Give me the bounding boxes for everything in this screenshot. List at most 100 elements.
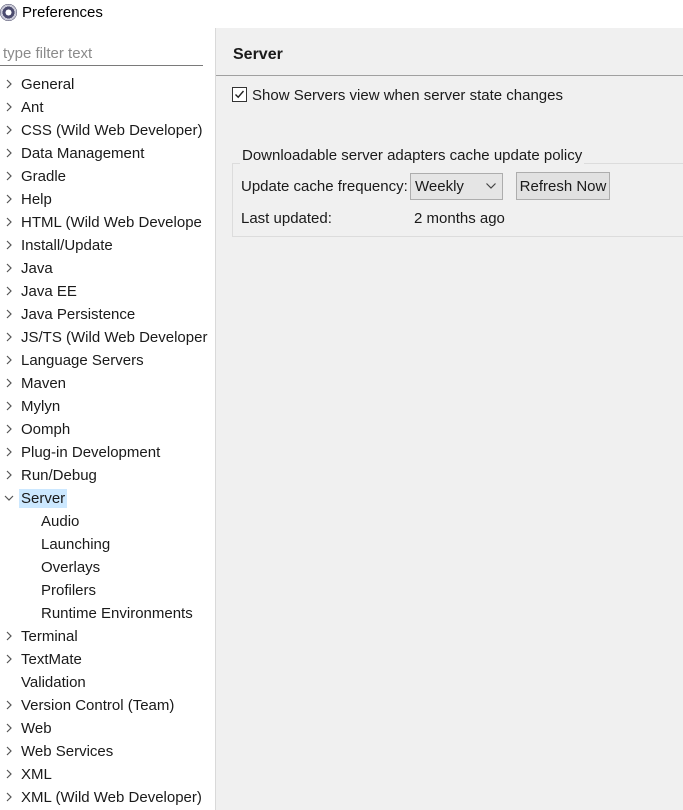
- tree-item-gradle[interactable]: Gradle: [0, 165, 215, 188]
- chevron-down-icon: [486, 183, 496, 189]
- tree-item-label: Version Control (Team): [21, 697, 175, 714]
- chevron-right-icon[interactable]: [4, 217, 14, 227]
- tree-item-html-wild-web-develope[interactable]: HTML (Wild Web Develope: [0, 211, 215, 234]
- tree-item-language-servers[interactable]: Language Servers: [0, 349, 215, 372]
- tree-item-label: Launching: [41, 536, 111, 553]
- tree-item-runtime-environments[interactable]: Runtime Environments: [0, 602, 215, 625]
- tree-item-label: XML: [21, 766, 52, 783]
- preferences-tree-panel: General Ant CSS (Wild Web Developer) Data M…: [0, 28, 215, 810]
- tree-item-label: Maven: [21, 375, 67, 392]
- chevron-right-icon[interactable]: [4, 378, 14, 388]
- tree-item-web-services[interactable]: Web Services: [0, 740, 215, 763]
- tree-item-label: Java EE: [21, 283, 77, 300]
- preference-page: Server Show Servers view when server sta…: [216, 28, 683, 810]
- tree-item-java-ee[interactable]: Java EE: [0, 280, 215, 303]
- tree-item-label: TextMate: [21, 651, 82, 668]
- chevron-right-icon[interactable]: [4, 171, 14, 181]
- tree-item-label: Data Management: [21, 145, 145, 162]
- chevron-down-icon[interactable]: [4, 493, 14, 503]
- tree-item-css-wild-web-developer[interactable]: CSS (Wild Web Developer): [0, 119, 215, 142]
- chevron-right-icon[interactable]: [4, 125, 14, 135]
- tree-item-data-management[interactable]: Data Management: [0, 142, 215, 165]
- last-updated-value: 2 months ago: [414, 210, 505, 227]
- tree-item-mylyn[interactable]: Mylyn: [0, 395, 215, 418]
- tree-item-profilers[interactable]: Profilers: [0, 579, 215, 602]
- show-servers-view-label[interactable]: Show Servers view when server state chan…: [252, 87, 563, 104]
- tree-item-xml[interactable]: XML: [0, 763, 215, 786]
- chevron-right-icon[interactable]: [4, 102, 14, 112]
- chevron-right-icon[interactable]: [4, 79, 14, 89]
- page-title: Server: [233, 46, 283, 63]
- tree-item-overlays[interactable]: Overlays: [0, 556, 215, 579]
- tree-item-label: CSS (Wild Web Developer): [21, 122, 203, 139]
- chevron-right-icon[interactable]: [4, 631, 14, 641]
- chevron-right-icon[interactable]: [4, 286, 14, 296]
- chevron-right-icon[interactable]: [4, 332, 14, 342]
- tree-item-label: Web: [21, 720, 52, 737]
- tree-item-web[interactable]: Web: [0, 717, 215, 740]
- tree-item-label: Language Servers: [21, 352, 144, 369]
- frequency-select[interactable]: Weekly: [410, 173, 503, 200]
- chevron-right-icon[interactable]: [4, 792, 14, 802]
- tree-item-maven[interactable]: Maven: [0, 372, 215, 395]
- tree-item-label: XML (Wild Web Developer): [21, 789, 202, 806]
- tree-item-label: Java Persistence: [21, 306, 136, 323]
- show-servers-view-checkbox[interactable]: [232, 87, 247, 102]
- tree-item-js-ts-wild-web-developer[interactable]: JS/TS (Wild Web Developer: [0, 326, 215, 349]
- tree-item-label: Runtime Environments: [41, 605, 193, 622]
- tree-item-label: Web Services: [21, 743, 114, 760]
- title-separator: [216, 75, 683, 76]
- chevron-right-icon[interactable]: [4, 401, 14, 411]
- tree-item-label: Plug-in Development: [21, 444, 161, 461]
- chevron-right-icon[interactable]: [4, 769, 14, 779]
- tree-item-label: Install/Update: [21, 237, 113, 254]
- tree-item-label: HTML (Wild Web Develope: [21, 214, 202, 231]
- tree-item-server[interactable]: Server: [0, 487, 215, 510]
- frequency-label: Update cache frequency:: [241, 178, 408, 195]
- tree-item-label: Mylyn: [21, 398, 61, 415]
- tree-item-label: Overlays: [41, 559, 101, 576]
- tree-item-run-debug[interactable]: Run/Debug: [0, 464, 215, 487]
- tree-item-validation[interactable]: Validation: [0, 671, 215, 694]
- chevron-right-icon[interactable]: [4, 424, 14, 434]
- chevron-right-icon[interactable]: [4, 263, 14, 273]
- chevron-right-icon[interactable]: [4, 447, 14, 457]
- tree-item-terminal[interactable]: Terminal: [0, 625, 215, 648]
- chevron-right-icon[interactable]: [4, 240, 14, 250]
- chevron-right-icon[interactable]: [4, 654, 14, 664]
- tree-item-general[interactable]: General: [0, 73, 215, 96]
- tree-item-help[interactable]: Help: [0, 188, 215, 211]
- tree-item-label: Run/Debug: [21, 467, 97, 484]
- tree-item-plug-in-development[interactable]: Plug-in Development: [0, 441, 215, 464]
- cache-policy-group-title: Downloadable server adapters cache updat…: [240, 147, 585, 164]
- tree-item-textmate[interactable]: TextMate: [0, 648, 215, 671]
- tree-item-version-control-team[interactable]: Version Control (Team): [0, 694, 215, 717]
- tree-item-label: Server: [19, 489, 68, 508]
- tree-item-label: Profilers: [41, 582, 97, 599]
- chevron-right-icon[interactable]: [4, 355, 14, 365]
- refresh-now-button[interactable]: Refresh Now: [516, 172, 610, 200]
- tree-item-label: Java: [21, 260, 53, 277]
- tree-item-audio[interactable]: Audio: [0, 510, 215, 533]
- tree-item-label: Terminal: [21, 628, 78, 645]
- tree-item-install-update[interactable]: Install/Update: [0, 234, 215, 257]
- tree-item-launching[interactable]: Launching: [0, 533, 215, 556]
- tree-item-label: JS/TS (Wild Web Developer: [21, 329, 208, 346]
- filter-input[interactable]: [0, 42, 203, 66]
- chevron-right-icon[interactable]: [4, 309, 14, 319]
- title-bar: Preferences: [0, 0, 683, 28]
- tree-item-xml-wild-web-developer[interactable]: XML (Wild Web Developer): [0, 786, 215, 809]
- frequency-select-value: Weekly: [415, 178, 464, 195]
- chevron-right-icon[interactable]: [4, 148, 14, 158]
- tree-item-java[interactable]: Java: [0, 257, 215, 280]
- tree-item-java-persistence[interactable]: Java Persistence: [0, 303, 215, 326]
- tree-item-label: Validation: [21, 674, 86, 691]
- last-updated-label: Last updated:: [241, 210, 332, 227]
- tree-item-ant[interactable]: Ant: [0, 96, 215, 119]
- tree-item-oomph[interactable]: Oomph: [0, 418, 215, 441]
- chevron-right-icon[interactable]: [4, 194, 14, 204]
- chevron-right-icon[interactable]: [4, 723, 14, 733]
- chevron-right-icon[interactable]: [4, 700, 14, 710]
- chevron-right-icon[interactable]: [4, 470, 14, 480]
- chevron-right-icon[interactable]: [4, 746, 14, 756]
